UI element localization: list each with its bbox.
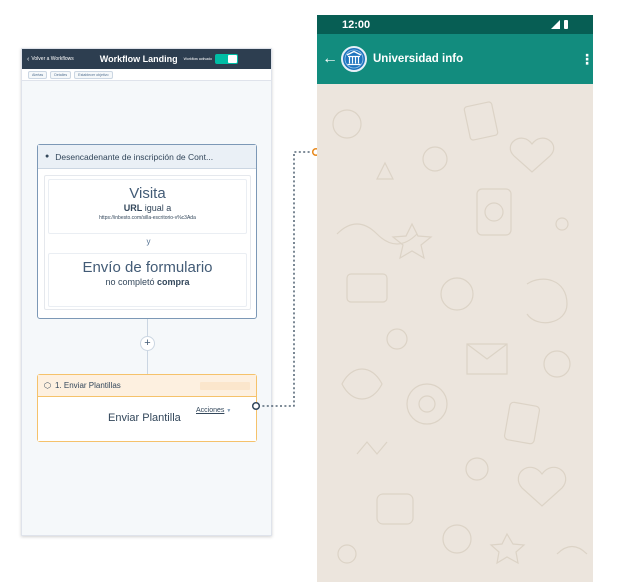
signal-icon bbox=[551, 20, 560, 29]
screen: ‹ Volver a Workflows Workflow Landing Wo… bbox=[0, 0, 620, 582]
chat-background bbox=[317, 84, 593, 582]
link-start-dot[interactable] bbox=[251, 401, 261, 411]
battery-icon bbox=[564, 20, 568, 29]
status-icons bbox=[551, 20, 568, 29]
contact-avatar[interactable] bbox=[341, 46, 367, 72]
more-options-icon[interactable]: ⋮ bbox=[580, 51, 593, 68]
status-time: 12:00 bbox=[342, 18, 371, 31]
back-arrow-icon[interactable]: ← bbox=[322, 50, 339, 68]
whatsapp-phone-preview: 12:00 ← Universidad info ⋮ bbox=[317, 15, 593, 582]
doodle-pattern bbox=[332, 101, 588, 565]
phone-status-bar: 12:00 bbox=[317, 15, 593, 34]
contact-name: Universidad info bbox=[373, 53, 464, 65]
dotted-link-path bbox=[258, 151, 313, 407]
university-logo-icon bbox=[344, 49, 364, 69]
chat-app-bar: ← Universidad info ⋮ bbox=[317, 34, 593, 84]
